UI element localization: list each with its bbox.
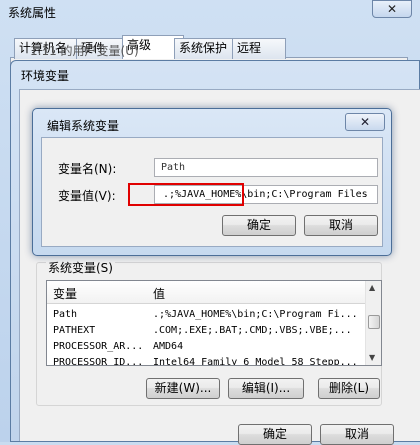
edit-button[interactable]: 编辑(I)...: [228, 378, 304, 399]
table-row[interactable]: PATHEXT .COM;.EXE;.BAT;.CMD;.VBS;.VBE;..…: [47, 323, 365, 339]
new-button[interactable]: 新建(W)...: [146, 378, 220, 399]
row-value: .;%JAVA_HOME%\bin;C:\Program Fi...: [153, 309, 358, 320]
row-variable: PROCESSOR_ID...: [53, 357, 144, 366]
row-value: AMD64: [153, 341, 184, 352]
row-value: Intel64 Family 6 Model 58 Stepp...: [153, 357, 358, 366]
table-row[interactable]: PROCESSOR_AR... AMD64: [47, 339, 365, 355]
tab-remote[interactable]: 远程: [232, 38, 286, 59]
list-header: 变量 值: [47, 281, 365, 304]
highlight-annotation: [128, 183, 244, 206]
system-variables-group-label: 系统变量(S): [46, 259, 115, 276]
table-row[interactable]: PROCESSOR_ID... Intel64 Family 6 Model 5…: [47, 355, 365, 366]
row-variable: PATHEXT: [53, 325, 96, 336]
column-header-value[interactable]: 值: [153, 285, 165, 302]
close-button[interactable]: ✕: [345, 113, 385, 131]
scroll-down-arrow-icon[interactable]: ▼: [369, 353, 375, 362]
delete-button[interactable]: 删除(L): [318, 378, 380, 399]
row-value: .COM;.EXE;.BAT;.CMD;.VBS;.VBE;...: [153, 325, 352, 336]
window-title: 环境变量: [21, 69, 70, 83]
table-row[interactable]: Path .;%JAVA_HOME%\bin;C:\Program Fi...: [47, 307, 365, 323]
user-variables-group-label: 1.11 的用户变量(U): [30, 44, 139, 58]
variable-name-label: 变量名(N):: [58, 162, 117, 176]
column-header-variable[interactable]: 变量: [53, 285, 77, 302]
window-title: 系统属性: [8, 6, 57, 20]
scroll-up-arrow-icon[interactable]: ▲: [369, 283, 375, 292]
variable-name-field[interactable]: Path: [154, 158, 378, 177]
row-variable: PROCESSOR_AR...: [53, 341, 144, 352]
row-variable: Path: [53, 309, 78, 320]
dialog-cancel-button[interactable]: 取消: [304, 215, 378, 236]
variable-value-label: 变量值(V):: [58, 189, 116, 203]
dialog-title: 编辑系统变量: [47, 119, 120, 133]
vertical-scrollbar[interactable]: ▲ ▼: [365, 281, 381, 365]
close-button[interactable]: ✕: [372, 0, 412, 18]
scrollbar-thumb[interactable]: [368, 315, 380, 329]
dialog-ok-button[interactable]: 确定: [222, 215, 296, 236]
system-variables-list[interactable]: 变量 值 Path .;%JAVA_HOME%\bin;C:\Program F…: [46, 280, 382, 366]
